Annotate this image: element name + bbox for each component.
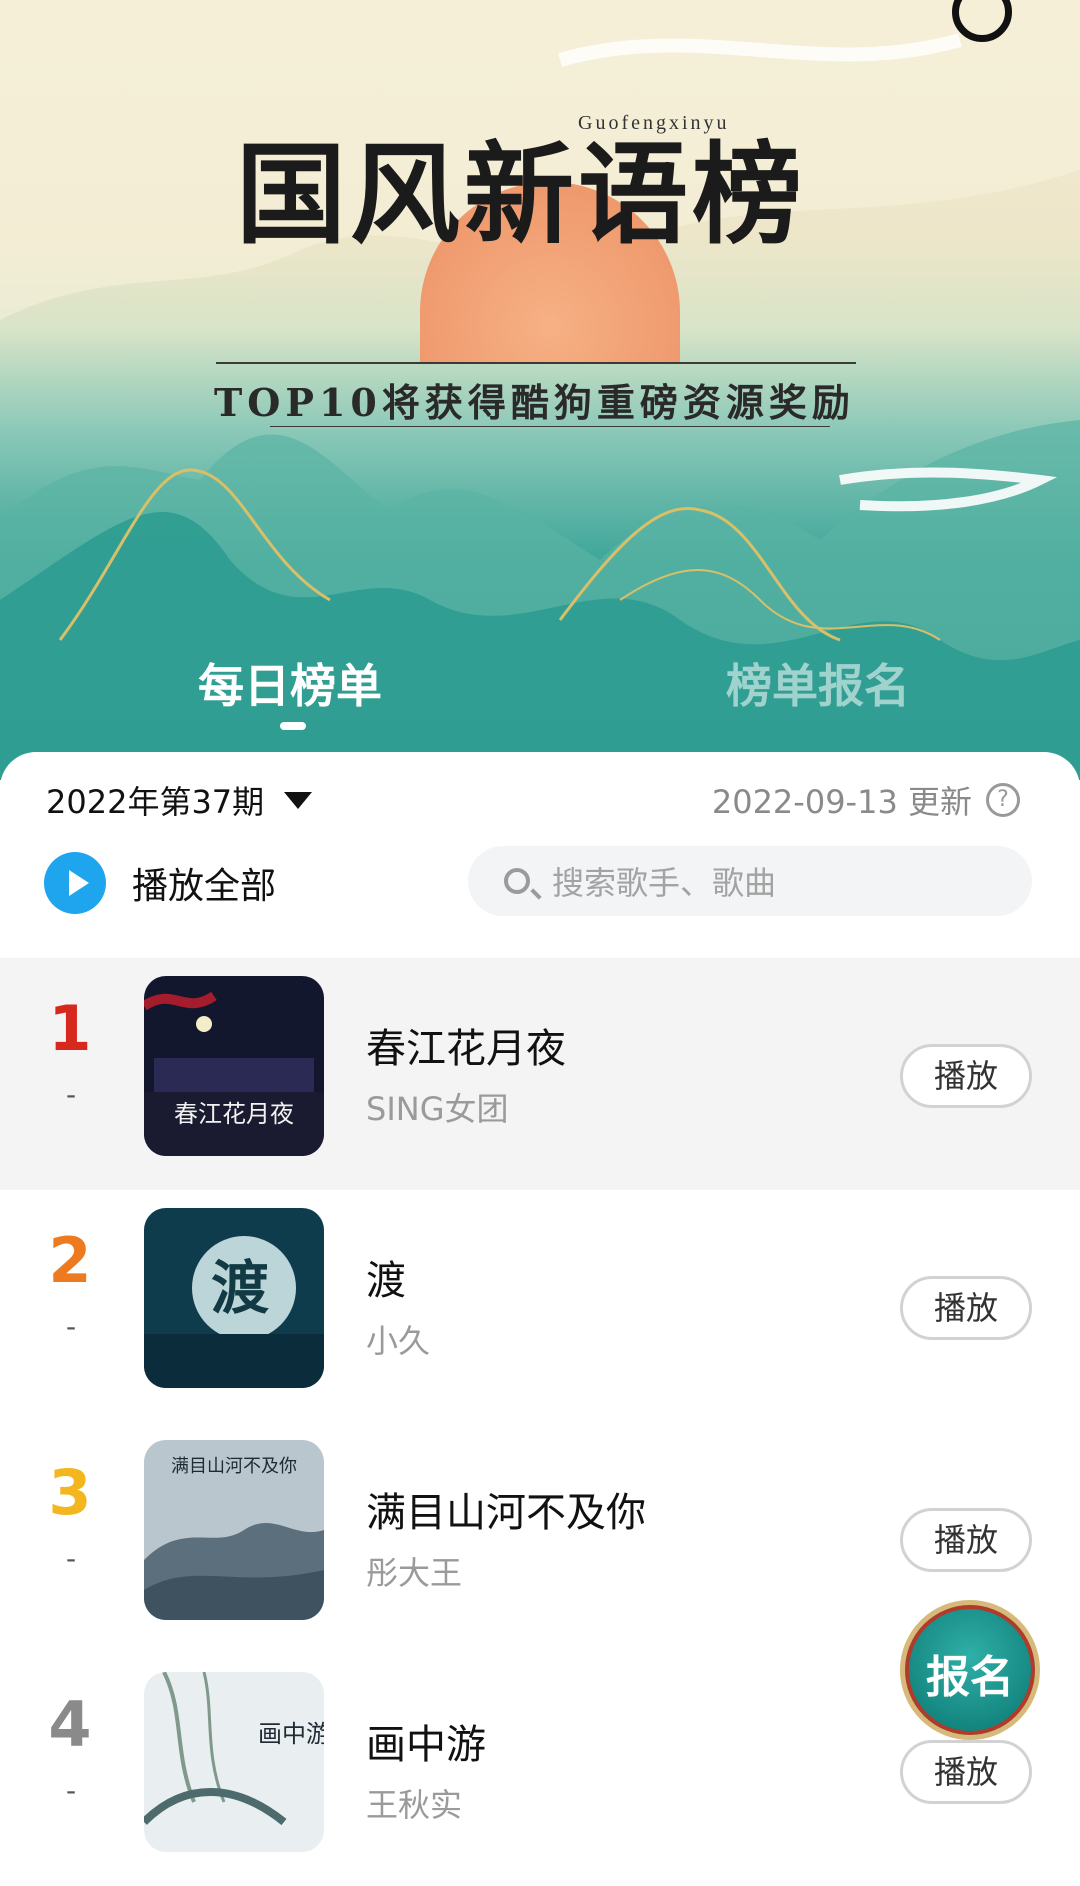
logo-divider-lower [270, 426, 830, 427]
cover-title: 渡 [211, 1254, 269, 1322]
question-icon[interactable]: ? [986, 783, 1020, 817]
play-button[interactable]: 播放 [900, 1740, 1032, 1804]
signup-label: 报名 [926, 1652, 1014, 1703]
search-input[interactable]: 搜索歌手、歌曲 [468, 846, 1032, 916]
cover-title: 满目山河不及你 [171, 1456, 297, 1477]
album-cover: 春江花月夜 [144, 976, 324, 1156]
rank-trend: - [65, 1310, 77, 1343]
rank-number: 1 [48, 992, 92, 1065]
issue-selector[interactable]: 2022年第37期 [46, 777, 313, 823]
song-row[interactable]: 3 - 满目山河不及你 满目山河不及你 彤大王 播放 [0, 1422, 1080, 1654]
song-artist: 小久 [366, 1322, 431, 1360]
update-info: 2022-09-13 更新 ? [712, 777, 1020, 823]
play-icon [44, 852, 106, 914]
tab-chart-signup[interactable]: 榜单报名 [726, 650, 910, 716]
update-date: 2022-09-13 更新 [711, 783, 972, 821]
rank-number: 3 [48, 1456, 92, 1529]
caret-down-icon [284, 791, 313, 809]
song-artist: 彤大王 [366, 1554, 463, 1592]
rank-trend: - [65, 1774, 77, 1807]
song-title: 画中游 [366, 1722, 486, 1768]
album-cover: 画中游 [144, 1672, 324, 1852]
play-button[interactable]: 播放 [900, 1044, 1032, 1108]
rank-number: 2 [48, 1224, 92, 1297]
search-placeholder: 搜索歌手、歌曲 [552, 864, 777, 902]
logo-divider [216, 362, 856, 364]
chart-banner: Guofengxinyu 国风新语榜 TOP10将获得酷狗重磅资源奖励 每日榜单… [0, 0, 1080, 780]
cover-title: 春江花月夜 [174, 1100, 294, 1128]
signup-float-button[interactable]: 报名 [900, 1600, 1040, 1740]
rank-number: 4 [48, 1688, 92, 1761]
tab-daily-chart[interactable]: 每日榜单 [198, 650, 382, 716]
rank-trend: - [65, 1078, 77, 1111]
active-tab-indicator [280, 722, 306, 730]
song-title: 渡 [366, 1258, 406, 1304]
play-all-label: 播放全部 [132, 866, 277, 907]
banner-subtitle: TOP10将获得酷狗重磅资源奖励 [214, 380, 855, 425]
song-title: 满目山河不及你 [366, 1490, 646, 1536]
cover-title: 画中游 [258, 1720, 324, 1748]
play-button[interactable]: 播放 [900, 1508, 1032, 1572]
album-cover: 渡 [144, 1208, 324, 1388]
issue-label: 2022年第37期 [46, 783, 265, 821]
song-artist: 王秋实 [366, 1786, 463, 1824]
rank-trend: - [65, 1542, 77, 1575]
play-button[interactable]: 播放 [900, 1276, 1032, 1340]
song-row[interactable]: 2 - 渡 渡 小久 播放 [0, 1190, 1080, 1422]
song-row[interactable]: 1 - 春江花月夜 春江花月夜 SING女团 播放 [0, 958, 1080, 1190]
search-icon [504, 868, 530, 894]
song-title: 春江花月夜 [366, 1026, 566, 1072]
song-artist: SING女团 [366, 1090, 509, 1128]
album-cover: 满目山河不及你 [144, 1440, 324, 1620]
play-all-button[interactable]: 播放全部 [44, 852, 276, 914]
logo-title: 国风新语榜 [236, 130, 806, 259]
